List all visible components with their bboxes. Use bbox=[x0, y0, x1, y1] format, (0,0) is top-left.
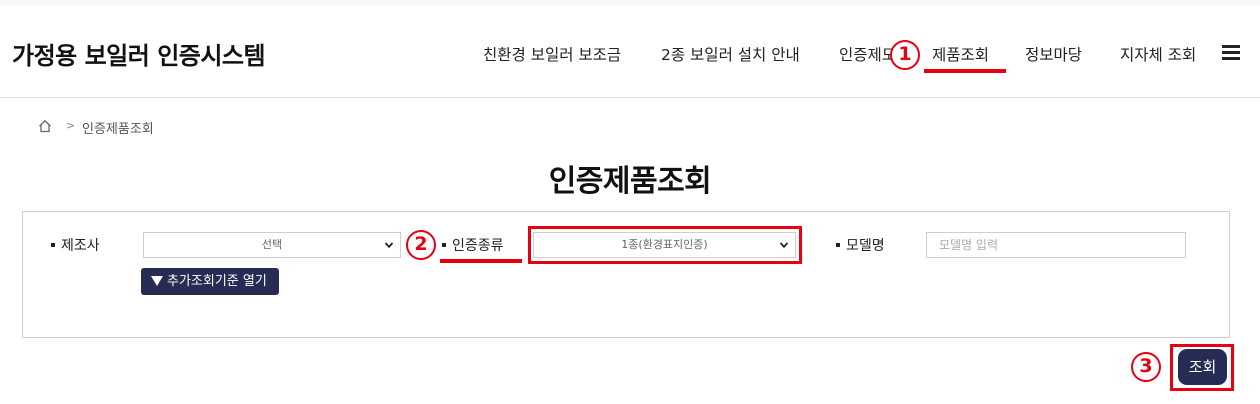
manufacturer-select[interactable]: 선택 bbox=[143, 232, 401, 258]
model-name-input[interactable] bbox=[926, 232, 1186, 258]
step-marker-1: 1 bbox=[890, 40, 920, 70]
more-criteria-button[interactable]: 추가조회기준 열기 bbox=[141, 268, 279, 295]
nav-item-type2-install-guide[interactable]: 2종 보일러 설치 안내 bbox=[661, 43, 800, 65]
cert-type-selected-value: 1종(환경표지인증) bbox=[621, 238, 708, 251]
chevron-down-icon bbox=[384, 242, 394, 249]
step-marker-2: 2 bbox=[406, 230, 436, 260]
breadcrumb-separator: > bbox=[66, 119, 76, 132]
bullet-square-icon bbox=[51, 243, 55, 247]
hamburger-menu-icon[interactable] bbox=[1222, 45, 1240, 60]
site-brand[interactable]: 가정용 보일러 인증시스템 bbox=[12, 36, 266, 71]
nav-item-info[interactable]: 정보마당 bbox=[1025, 43, 1082, 65]
step-marker-3: 3 bbox=[1131, 352, 1161, 382]
bullet-square-icon bbox=[836, 243, 840, 247]
cert-type-label-underline bbox=[440, 259, 522, 263]
nav-item-certification[interactable]: 인증제도 bbox=[839, 43, 895, 65]
nav-active-underline bbox=[924, 69, 1006, 73]
nav-item-local-gov-search[interactable]: 지자체 조회 bbox=[1120, 43, 1196, 65]
manufacturer-selected-value: 선택 bbox=[261, 238, 283, 251]
model-name-label: 모델명 bbox=[836, 235, 885, 255]
chevron-down-icon bbox=[779, 242, 789, 249]
manufacturer-label: 제조사 bbox=[51, 235, 100, 255]
page-title: 인증제품조회 bbox=[548, 164, 712, 199]
search-button[interactable]: 조회 bbox=[1178, 349, 1227, 385]
top-header: 가정용 보일러 인증시스템 친환경 보일러 보조금 2종 보일러 설치 안내 인… bbox=[0, 0, 1260, 98]
bullet-square-icon bbox=[442, 243, 446, 247]
cert-type-label: 인증종류 bbox=[442, 235, 504, 255]
breadcrumb-current: 인증제품조회 bbox=[82, 122, 154, 137]
nav-item-product-search[interactable]: 제품조회 bbox=[932, 43, 989, 65]
home-icon[interactable] bbox=[38, 119, 52, 133]
nav-item-eco-boiler-subsidy[interactable]: 친환경 보일러 보조금 bbox=[483, 43, 621, 65]
top-strip bbox=[0, 0, 1260, 6]
triangle-down-icon bbox=[151, 275, 163, 286]
cert-type-select[interactable]: 1종(환경표지인증) bbox=[533, 232, 796, 258]
